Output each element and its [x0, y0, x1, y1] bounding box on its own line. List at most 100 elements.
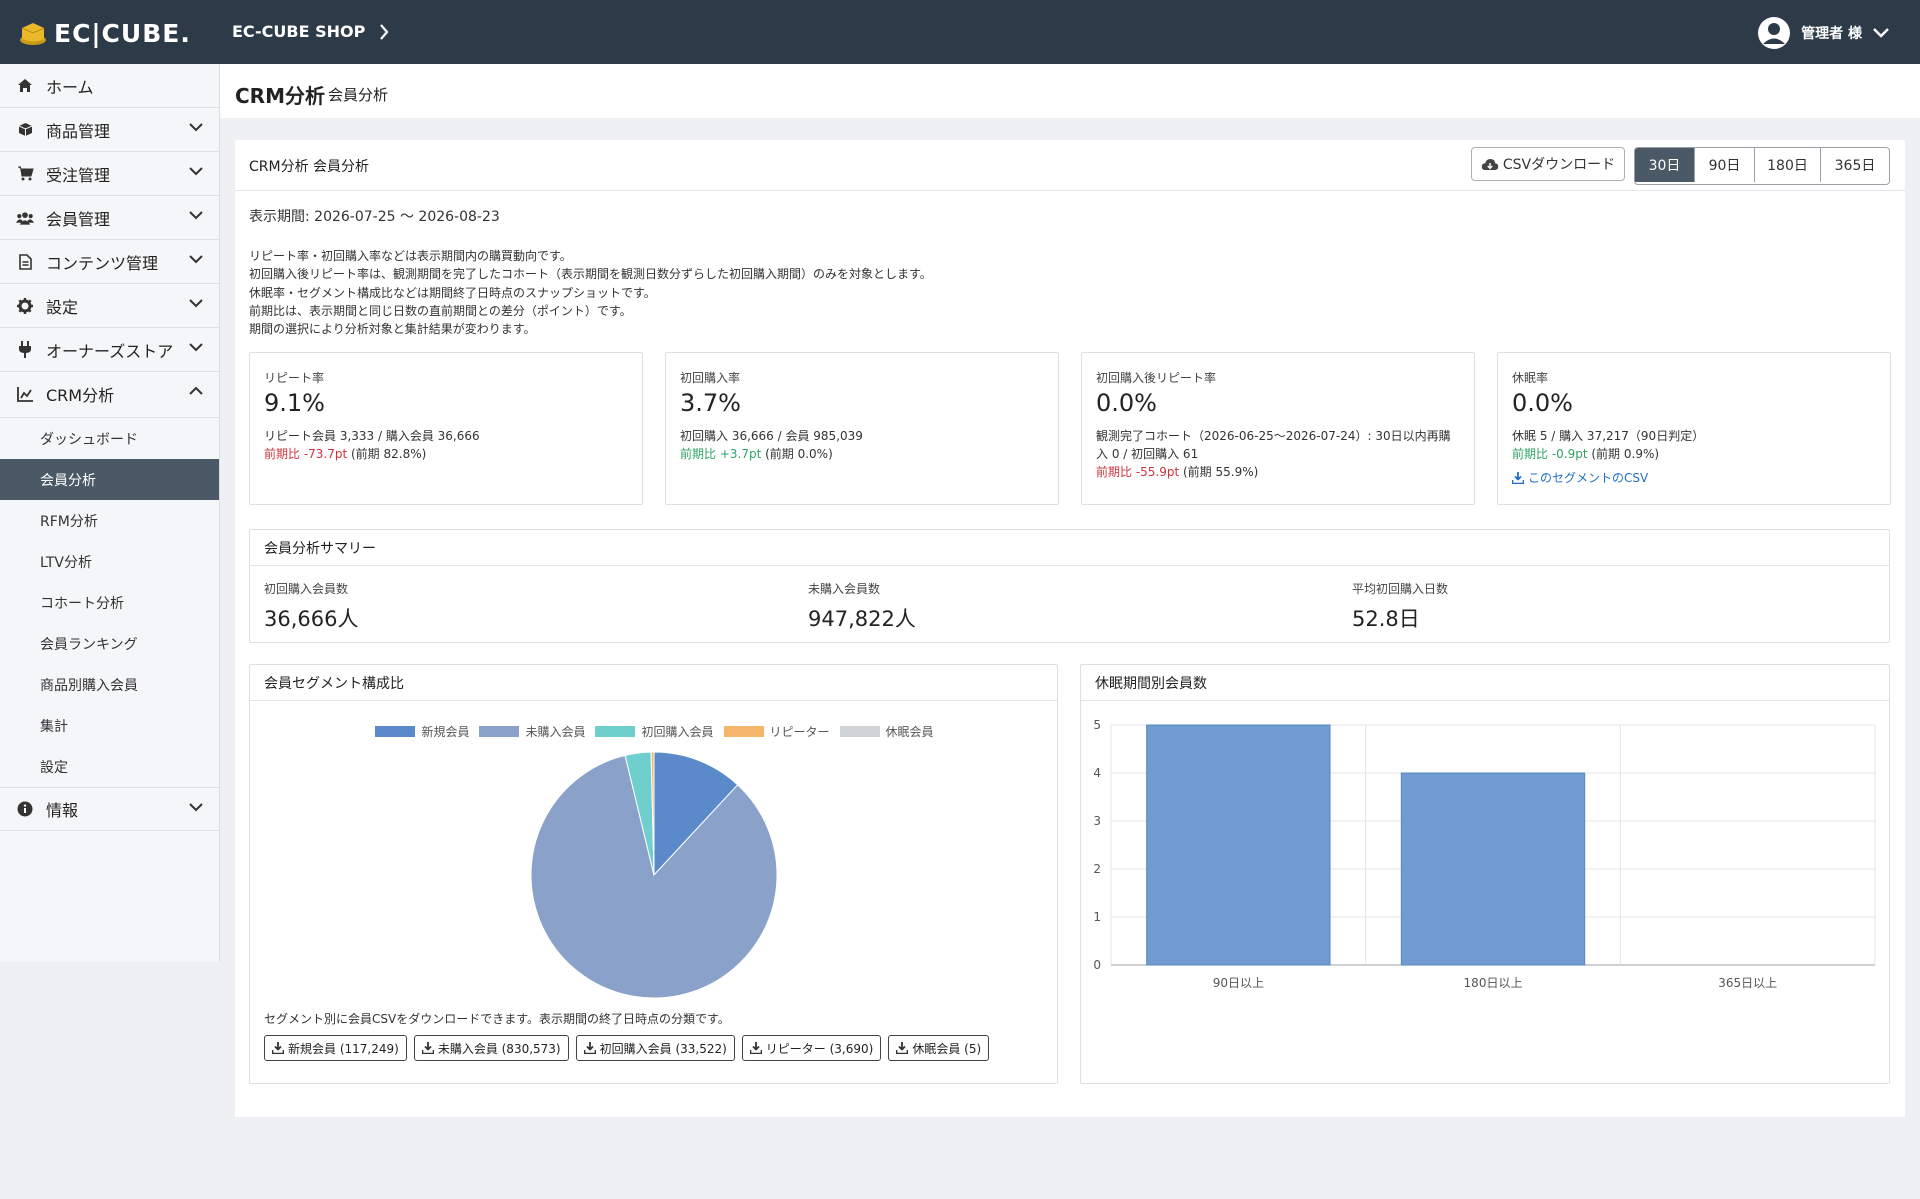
cube-icon	[16, 121, 34, 139]
csv-download-button[interactable]: CSVダウンロード	[1471, 147, 1625, 181]
crm-submenu: ダッシュボード 会員分析 RFM分析 LTV分析 コホート分析 会員ランキング …	[0, 417, 219, 787]
legend-item[interactable]: 初回購入会員	[595, 723, 714, 740]
summary-unpurchased-members: 未購入会員数 947,822人	[808, 580, 916, 633]
legend-item[interactable]: 新規会員	[375, 723, 469, 740]
segment-csv-button[interactable]: リピーター (3,690)	[741, 1035, 882, 1061]
dormant-panel-title: 休眠期間別会員数	[1081, 665, 1889, 701]
home-icon	[16, 77, 34, 95]
sidebar-item-label: 情報	[46, 801, 79, 820]
note-line: 初回購入後リピート率は、観測期間を完了したコホート（表示期間を観測日数分ずらした…	[249, 267, 932, 282]
sidebar-subitem-cohort[interactable]: コホート分析	[0, 582, 219, 623]
sidebar-subitem-member-analysis[interactable]: 会員分析	[0, 459, 219, 500]
segment-csv-link[interactable]: このセグメントのCSV	[1512, 469, 1878, 487]
chevron-down-icon	[189, 167, 203, 176]
pie-legend: 新規会員 未購入会員 初回購入会員 リピーター 休眠会員	[250, 723, 1059, 740]
period-30-button[interactable]: 30日	[1635, 148, 1694, 182]
legend-item[interactable]: リピーター	[723, 723, 830, 740]
legend-item[interactable]: 未購入会員	[479, 723, 585, 740]
sidebar-subitem-rfm[interactable]: RFM分析	[0, 500, 219, 541]
sidebar-item-settings[interactable]: 設定	[0, 284, 219, 328]
display-range: 表示期間: 2026-07-25 〜 2026-08-23	[249, 209, 500, 225]
sidebar-subitem-crm-settings[interactable]: 設定	[0, 746, 219, 787]
legend-label: 初回購入会員	[641, 725, 714, 739]
sidebar-item-crm[interactable]: CRM分析	[0, 372, 219, 416]
cloud-download-icon	[1481, 158, 1499, 170]
y-tick-label: 5	[1093, 718, 1101, 732]
segment-pie-chart	[530, 751, 778, 999]
page-title: CRM分析	[235, 84, 325, 108]
segment-csv-link-label: このセグメントのCSV	[1528, 471, 1649, 485]
sidebar-item-members[interactable]: 会員管理	[0, 196, 219, 240]
sidebar-item-label: ホーム	[46, 77, 94, 97]
sidebar-item-label: CRM分析	[46, 386, 115, 405]
kpi-detail-text: 初回購入 36,666 / 会員 985,039	[680, 429, 863, 443]
download-icon	[749, 1042, 762, 1054]
segment-csv-button-label: 未購入会員 (830,573)	[437, 1041, 561, 1056]
kpi-value: 9.1%	[264, 389, 325, 417]
period-180-button[interactable]: 180日	[1754, 148, 1820, 182]
bar[interactable]	[1146, 724, 1331, 966]
chevron-down-icon	[189, 211, 203, 220]
analysis-notes: リピート率・初回購入率などは表示期間内の購買動向です。 初回購入後リピート率は、…	[249, 247, 932, 338]
kpi-first-purchase-rate: 初回購入率 3.7% 初回購入 36,666 / 会員 985,039 前期比 …	[665, 352, 1059, 505]
gear-icon	[16, 297, 34, 315]
segment-csv-button[interactable]: 新規会員 (117,249)	[264, 1035, 407, 1061]
kpi-change-line: 前期比 -0.9pt (前期 0.9%)	[1512, 445, 1878, 463]
note-line: 休眠率・セグメント構成比などは期間終了日時点のスナップショットです。	[249, 285, 656, 300]
sidebar-item-label: 設定	[46, 297, 79, 317]
sidebar-subitem-dashboard[interactable]: ダッシュボード	[0, 418, 219, 459]
summary-first-purchase-members: 初回購入会員数 36,666人	[264, 580, 358, 633]
download-icon	[1512, 472, 1524, 484]
chevron-down-icon	[189, 803, 203, 812]
segment-csv-button-label: 新規会員 (117,249)	[288, 1041, 399, 1056]
card-title: CRM分析 会員分析	[249, 159, 370, 175]
segment-csv-button[interactable]: 休眠会員 (5)	[888, 1035, 990, 1061]
summary-value: 947,822人	[808, 607, 916, 631]
kpi-dormant-rate: 休眠率 0.0% 休眠 5 / 購入 37,217（90日判定） 前期比 -0.…	[1497, 352, 1891, 505]
x-tick-label: 180日以上	[1464, 976, 1523, 990]
kpi-repeat-rate: リピート率 9.1% リピート会員 3,333 / 購入会員 36,666 前期…	[249, 352, 643, 505]
period-365-button[interactable]: 365日	[1820, 148, 1889, 182]
kpi-label: 休眠率	[1512, 371, 1549, 385]
sidebar-item-info[interactable]: 情報	[0, 787, 219, 831]
kpi-change: 前期比 -73.7pt	[264, 447, 348, 461]
period-90-button[interactable]: 90日	[1694, 148, 1754, 182]
legend-label: リピーター	[769, 725, 830, 739]
y-tick-label: 0	[1093, 958, 1101, 972]
user-menu[interactable]: 管理者 様	[1757, 16, 1890, 50]
kpi-value: 0.0%	[1512, 389, 1573, 417]
chevron-down-icon	[1873, 28, 1889, 38]
legend-item[interactable]: 休眠会員	[839, 723, 934, 740]
member-analysis-card: CRM分析 会員分析 CSVダウンロード 30日 90日 180日 365日 表…	[235, 140, 1905, 1117]
sidebar-subitem-ltv[interactable]: LTV分析	[0, 541, 219, 582]
summary-avg-first-purchase-days: 平均初回購入日数 52.8日	[1352, 580, 1448, 633]
download-icon	[272, 1042, 284, 1054]
sidebar-item-label: 会員管理	[46, 209, 111, 229]
sidebar-item-contents[interactable]: コンテンツ管理	[0, 240, 219, 284]
legend-swatch	[479, 726, 520, 737]
page-title-bar: CRM分析 会員分析	[220, 64, 1920, 118]
x-tick-label: 365日以上	[1718, 976, 1777, 990]
shop-link[interactable]: EC-CUBE SHOP	[232, 22, 389, 41]
sidebar-item-orders[interactable]: 受注管理	[0, 152, 219, 196]
kpi-detail: 休眠 5 / 購入 37,217（90日判定） 前期比 -0.9pt (前期 0…	[1512, 427, 1878, 487]
sidebar-subitem-product-members[interactable]: 商品別購入会員	[0, 664, 219, 705]
top-header: EC|CUBE. EC-CUBE SHOP 管理者 様	[0, 0, 1920, 64]
sidebar-item-home[interactable]: ホーム	[0, 64, 219, 108]
sidebar-subitem-aggregate[interactable]: 集計	[0, 705, 219, 746]
bar[interactable]	[1400, 772, 1586, 966]
sidebar-item-owners-store[interactable]: オーナーズストア	[0, 328, 219, 372]
legend-swatch	[839, 726, 880, 737]
sidebar-subitem-ranking[interactable]: 会員ランキング	[0, 623, 219, 664]
segment-csv-button[interactable]: 初回購入会員 (33,522)	[575, 1035, 735, 1061]
summary-label: 未購入会員数	[808, 582, 881, 596]
summary-value: 36,666人	[264, 607, 359, 631]
sidebar: ホーム 商品管理 受注管理 会員管理 コンテンツ管理 設定 オーナーズストア C…	[0, 64, 220, 962]
chevron-right-icon	[380, 23, 389, 40]
kpi-post-first-repeat-rate: 初回購入後リピート率 0.0% 観測完了コホート（2026-06-25〜2026…	[1081, 352, 1475, 505]
segment-csv-button-label: 初回購入会員 (33,522)	[599, 1041, 727, 1056]
ec-cube-logo[interactable]: EC|CUBE.	[18, 18, 191, 48]
sidebar-item-products[interactable]: 商品管理	[0, 108, 219, 152]
segment-csv-button[interactable]: 未購入会員 (830,573)	[413, 1035, 569, 1061]
kpi-detail: 観測完了コホート（2026-06-25〜2026-07-24）: 30日以内再購…	[1096, 427, 1462, 481]
